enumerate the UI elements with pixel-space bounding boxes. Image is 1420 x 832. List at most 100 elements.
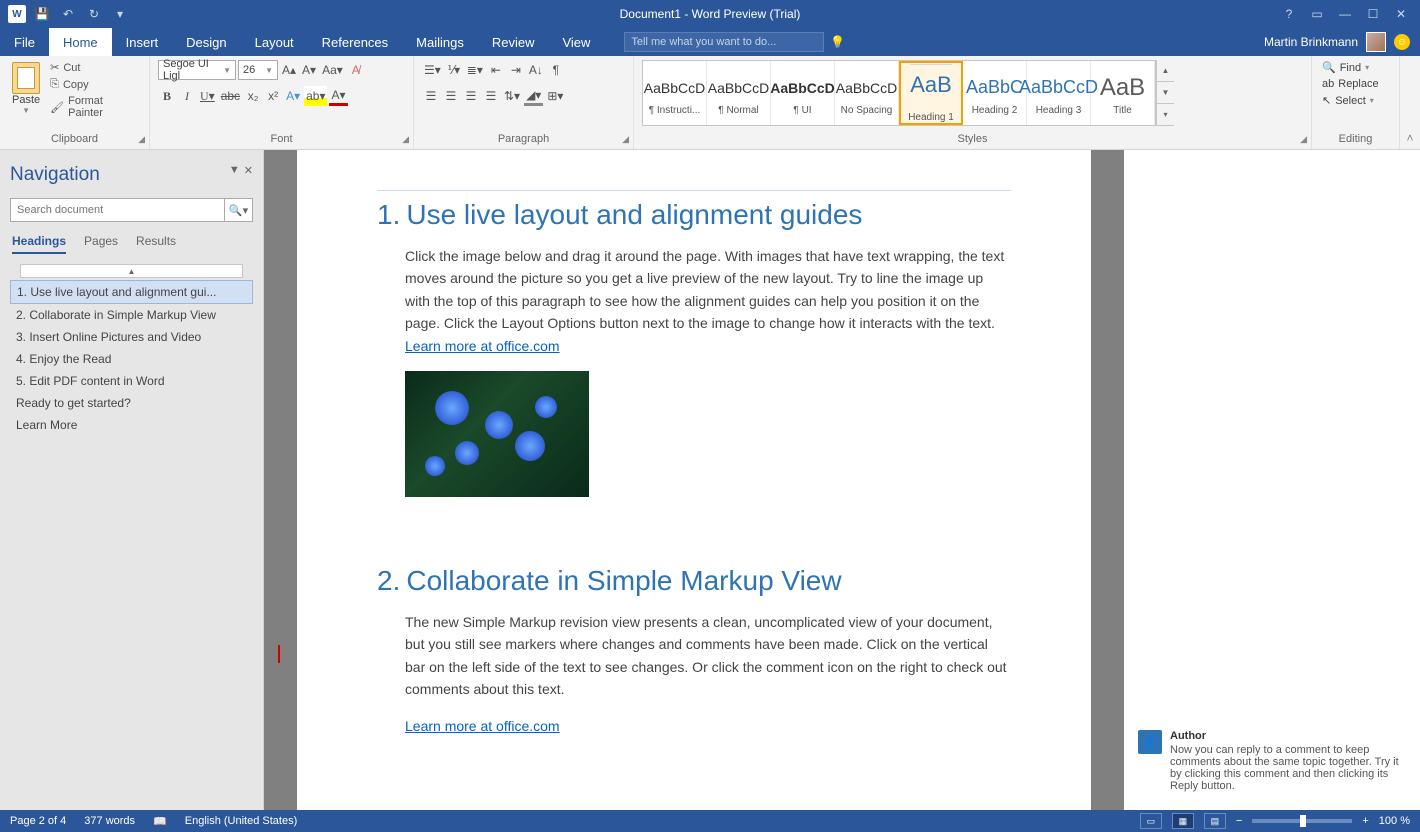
numbering-button[interactable]: ⅟▾ — [445, 60, 463, 80]
styles-up-button[interactable]: ▲ — [1157, 60, 1174, 82]
find-button[interactable]: 🔍Find▾ — [1320, 60, 1391, 75]
style---ui[interactable]: AaBbCcD¶ UI — [771, 61, 835, 125]
style---normal[interactable]: AaBbCcD¶ Normal — [707, 61, 771, 125]
align-right-button[interactable]: ☰ — [462, 86, 480, 106]
proofing-icon[interactable]: 📖 — [153, 815, 167, 828]
feedback-icon[interactable]: ☺ — [1394, 34, 1410, 50]
styles-dialog-launcher[interactable]: ◢ — [1300, 134, 1307, 145]
nav-tab-pages[interactable]: Pages — [84, 234, 118, 254]
borders-button[interactable]: ⊞▾ — [545, 86, 565, 106]
show-marks-button[interactable]: ¶ — [547, 60, 565, 80]
nav-heading-item[interactable]: 3. Insert Online Pictures and Video — [10, 326, 253, 348]
copy-button[interactable]: ⎘Copy — [48, 77, 141, 92]
clipboard-dialog-launcher[interactable]: ◢ — [138, 134, 145, 145]
select-button[interactable]: ↖Select▾ — [1320, 93, 1391, 108]
styles-more-button[interactable]: ▾ — [1157, 104, 1174, 126]
document-area[interactable]: 1.Use live layout and alignment guides C… — [264, 150, 1124, 810]
learn-more-link-2[interactable]: Learn more at office.com — [405, 718, 560, 734]
style-heading-2[interactable]: AaBbCHeading 2 — [963, 61, 1027, 125]
nav-dropdown-icon[interactable]: ▼ — [229, 164, 240, 177]
nav-heading-item[interactable]: 4. Enjoy the Read — [10, 348, 253, 370]
styles-down-button[interactable]: ▼ — [1157, 82, 1174, 104]
nav-heading-item[interactable]: Learn More — [10, 414, 253, 436]
font-name-combo[interactable]: Segoe UI Ligl▼ — [158, 60, 236, 80]
style-heading-1[interactable]: AaBHeading 1 — [899, 61, 963, 125]
nav-jump-top[interactable]: ▲ — [20, 264, 243, 278]
tab-design[interactable]: Design — [172, 28, 240, 56]
nav-search-button[interactable]: 🔍▾ — [224, 199, 252, 221]
status-page[interactable]: Page 2 of 4 — [10, 815, 66, 827]
nav-heading-item[interactable]: Ready to get started? — [10, 392, 253, 414]
read-mode-button[interactable]: ▭ — [1140, 813, 1162, 829]
nav-tab-headings[interactable]: Headings — [12, 234, 66, 254]
paste-button[interactable]: Paste ▼ — [8, 60, 44, 120]
tab-file[interactable]: File — [0, 28, 49, 56]
qat-customize-icon[interactable]: ▾ — [110, 4, 130, 24]
collapse-ribbon-button[interactable]: ˄ — [1400, 56, 1420, 149]
user-name[interactable]: Martin Brinkmann — [1264, 35, 1358, 49]
grow-font-button[interactable]: A▴ — [280, 60, 298, 80]
zoom-in-button[interactable]: + — [1362, 815, 1368, 827]
tell-me-input[interactable] — [624, 32, 824, 52]
nav-heading-item[interactable]: 1. Use live layout and alignment gui... — [10, 280, 253, 304]
bold-button[interactable]: B — [158, 86, 176, 106]
text-effects-button[interactable]: A▾ — [284, 86, 302, 106]
heading-1[interactable]: 1.Use live layout and alignment guides — [377, 190, 1011, 231]
style-title[interactable]: AaBTitle — [1091, 61, 1155, 125]
redo-icon[interactable]: ↻ — [84, 4, 104, 24]
shrink-font-button[interactable]: A▾ — [300, 60, 318, 80]
zoom-out-button[interactable]: − — [1236, 815, 1242, 827]
tab-mailings[interactable]: Mailings — [402, 28, 478, 56]
user-avatar[interactable] — [1366, 32, 1386, 52]
italic-button[interactable]: I — [178, 86, 196, 106]
format-painter-button[interactable]: 🖌Format Painter — [48, 94, 141, 120]
paragraph-dialog-launcher[interactable]: ◢ — [622, 134, 629, 145]
tab-layout[interactable]: Layout — [241, 28, 308, 56]
font-size-combo[interactable]: 26▼ — [238, 60, 278, 80]
align-center-button[interactable]: ☰ — [442, 86, 460, 106]
underline-button[interactable]: U▾ — [198, 86, 217, 106]
tab-view[interactable]: View — [548, 28, 604, 56]
replace-button[interactable]: abReplace — [1320, 77, 1391, 91]
print-layout-button[interactable]: ▦ — [1172, 813, 1194, 829]
change-case-button[interactable]: Aa▾ — [320, 60, 345, 80]
increase-indent-button[interactable]: ⇥ — [507, 60, 525, 80]
document-image[interactable] — [405, 371, 589, 497]
learn-more-link-1[interactable]: Learn more at office.com — [405, 338, 560, 354]
help-icon[interactable]: ? — [1276, 4, 1302, 24]
minimize-icon[interactable]: — — [1332, 4, 1358, 24]
tab-review[interactable]: Review — [478, 28, 549, 56]
undo-icon[interactable]: ↶ — [58, 4, 78, 24]
paragraph-2[interactable]: The new Simple Markup revision view pres… — [405, 611, 1011, 701]
status-language[interactable]: English (United States) — [185, 815, 298, 827]
style-no-spacing[interactable]: AaBbCcDNo Spacing — [835, 61, 899, 125]
status-words[interactable]: 377 words — [84, 815, 135, 827]
zoom-level[interactable]: 100 % — [1379, 815, 1410, 827]
nav-heading-item[interactable]: 5. Edit PDF content in Word — [10, 370, 253, 392]
nav-search-input[interactable] — [11, 199, 224, 221]
clear-formatting-button[interactable]: A̸ — [347, 60, 365, 80]
paragraph-link-2[interactable]: Learn more at office.com — [405, 715, 1011, 737]
save-icon[interactable]: 💾 — [32, 4, 52, 24]
close-icon[interactable]: ✕ — [1388, 4, 1414, 24]
superscript-button[interactable]: x² — [264, 86, 282, 106]
multilevel-list-button[interactable]: ≣▾ — [465, 60, 485, 80]
cut-button[interactable]: ✂Cut — [48, 60, 141, 75]
justify-button[interactable]: ☰ — [482, 86, 500, 106]
document-page[interactable]: 1.Use live layout and alignment guides C… — [297, 150, 1091, 810]
font-dialog-launcher[interactable]: ◢ — [402, 134, 409, 145]
sort-button[interactable]: A↓ — [527, 60, 545, 80]
maximize-icon[interactable]: ☐ — [1360, 4, 1386, 24]
shading-button[interactable]: ◢▾ — [524, 86, 543, 106]
revision-marker[interactable] — [278, 645, 280, 663]
tab-home[interactable]: Home — [49, 28, 112, 56]
nav-close-icon[interactable]: ✕ — [244, 164, 253, 177]
decrease-indent-button[interactable]: ⇤ — [487, 60, 505, 80]
tab-references[interactable]: References — [308, 28, 402, 56]
font-color-button[interactable]: A▾ — [329, 86, 347, 106]
paragraph-1[interactable]: Click the image below and drag it around… — [405, 245, 1011, 357]
tab-insert[interactable]: Insert — [112, 28, 173, 56]
align-left-button[interactable]: ☰ — [422, 86, 440, 106]
ribbon-options-icon[interactable]: ▭ — [1304, 4, 1330, 24]
line-spacing-button[interactable]: ⇅▾ — [502, 86, 522, 106]
